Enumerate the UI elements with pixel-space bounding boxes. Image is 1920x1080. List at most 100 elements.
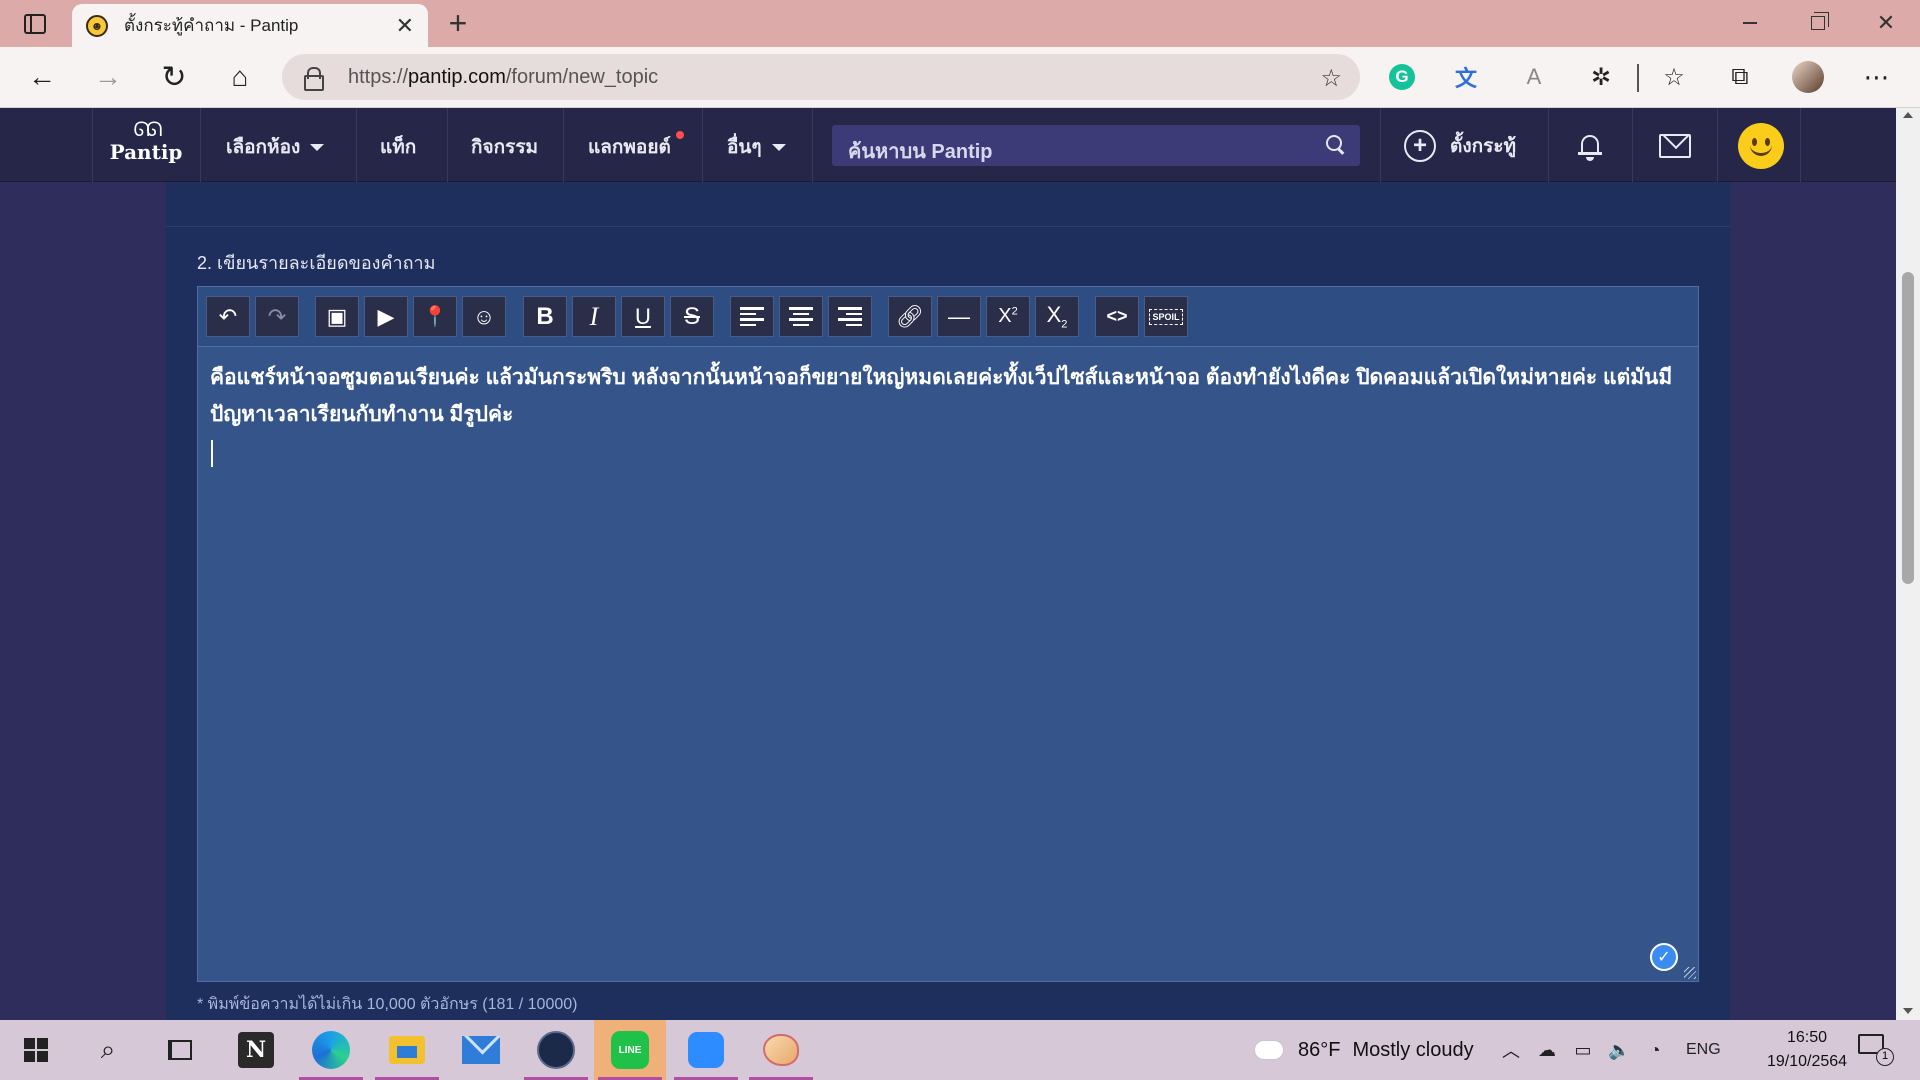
scrollbar-thumb[interactable] (1902, 272, 1914, 584)
notion-letter: N (238, 1032, 274, 1068)
tab-actions-icon[interactable] (14, 10, 56, 38)
insert-location-button[interactable]: 📍 (413, 296, 457, 337)
align-right-button[interactable] (828, 296, 872, 337)
onedrive-cloud-icon[interactable]: ☁ (1536, 1040, 1558, 1061)
favorites-icon[interactable]: ☆ (1657, 60, 1691, 94)
show-hidden-icons-chevron-icon[interactable]: ︿ (1500, 1037, 1522, 1063)
forward-button[interactable]: → (88, 57, 128, 97)
search-icon[interactable] (1326, 135, 1346, 155)
insert-image-button[interactable]: ▣ (315, 296, 359, 337)
url-text[interactable]: https://pantip.com/forum/new_topic (348, 66, 658, 89)
insert-video-button[interactable]: ▶ (364, 296, 408, 337)
weather-widget[interactable]: 86°F Mostly cloudy (1251, 1020, 1474, 1080)
notification-center-icon[interactable]: 1 (1858, 1034, 1894, 1066)
chevron-down-icon (310, 143, 325, 151)
subscript-2: 2 (1061, 318, 1068, 331)
wifi-icon[interactable]: ◔ (1644, 1040, 1666, 1061)
url-host: pantip.com (408, 66, 506, 88)
scroll-up-icon[interactable] (1903, 112, 1913, 118)
nav-others[interactable]: อื่นๆ (727, 132, 786, 162)
rich-text-editor[interactable]: ↶ ↷ ▣ ▶ 📍 ☺ B I U S 🔗︎ — X2 X2 <> SPOIL … (197, 286, 1699, 982)
checkmark-icon: ✓ (1650, 943, 1678, 971)
scroll-down-icon[interactable] (1903, 1008, 1913, 1014)
nav-divider (563, 108, 564, 182)
align-center-button[interactable] (779, 296, 823, 337)
tab-close-icon[interactable]: ✕ (396, 13, 414, 39)
input-language[interactable]: ENG (1686, 1041, 1721, 1059)
section-label: 2. เขียนรายละเอียดของคำถาม (197, 253, 436, 273)
read-aloud-icon[interactable]: A (1517, 60, 1551, 94)
new-topic-button[interactable]: + ตั้งกระทู้ (1404, 126, 1516, 166)
bold-button[interactable]: B (523, 296, 567, 337)
bold-icon: B (536, 302, 554, 330)
nav-divider (1800, 108, 1801, 182)
edge-app-icon[interactable] (295, 1020, 367, 1080)
task-view-icon[interactable] (144, 1020, 216, 1080)
mail-app-icon[interactable] (445, 1020, 517, 1080)
weather-condition: Mostly cloudy (1352, 1038, 1474, 1061)
text-caret (211, 440, 213, 467)
resize-grip-icon[interactable] (1684, 967, 1696, 979)
editor-content[interactable]: คือแชร์หน้าจอซูมตอนเรียนค่ะ แล้วมันกระพร… (210, 359, 1688, 433)
insert-link-button[interactable]: 🔗︎ (888, 296, 932, 337)
grammarly-letter: G (1389, 64, 1415, 90)
taskbar-search-icon[interactable]: ⌕ (72, 1020, 144, 1080)
character-count: * พิมพ์ข้อความได้ไม่เกิน 10,000 ตัวอักษร… (197, 996, 578, 1013)
new-topic-label: ตั้งกระทู้ (1450, 136, 1517, 157)
taskbar-clock[interactable]: 16:50 19/10/2564 (1752, 1026, 1862, 1074)
zoom-app-icon[interactable] (670, 1020, 742, 1080)
add-favorite-icon[interactable]: ☆ (1320, 64, 1342, 93)
strikethrough-button[interactable]: S (670, 296, 714, 337)
page-scrollbar[interactable] (1896, 108, 1920, 1020)
nav-divider (812, 108, 813, 182)
bell-icon[interactable] (1576, 132, 1604, 162)
align-left-button[interactable] (730, 296, 774, 337)
window-restore-button[interactable] (1788, 6, 1848, 40)
volume-icon[interactable]: 🔈 (1608, 1040, 1630, 1061)
profile-avatar[interactable] (1791, 60, 1825, 94)
battery-icon[interactable]: ▭ (1572, 1040, 1594, 1061)
new-tab-button[interactable]: + (440, 6, 476, 42)
notion-app-icon[interactable]: N (220, 1020, 292, 1080)
nav-divider (1632, 108, 1633, 182)
align-left-icon (740, 307, 764, 326)
redo-button[interactable]: ↷ (255, 296, 299, 337)
address-bar[interactable]: https://pantip.com/forum/new_topic ☆ (282, 54, 1360, 100)
translate-extension-icon[interactable]: 文 (1449, 60, 1483, 94)
horizontal-rule-button[interactable]: — (937, 296, 981, 337)
underline-button[interactable]: U (621, 296, 665, 337)
nav-tags[interactable]: แท็ก (380, 132, 416, 162)
nav-redeem-points[interactable]: แลกพอยต์ (588, 132, 671, 162)
superscript-button[interactable]: X2 (986, 296, 1030, 337)
reload-button[interactable]: ↻ (154, 57, 194, 97)
nav-activities[interactable]: กิจกรรม (471, 132, 538, 162)
start-button[interactable] (0, 1020, 72, 1080)
weather-temperature: 86°F (1298, 1038, 1341, 1061)
window-minimize-button[interactable] (1720, 6, 1780, 40)
line-app-icon[interactable]: LINE (594, 1020, 666, 1080)
home-button[interactable]: ⌂ (220, 57, 260, 97)
window-close-button[interactable]: ✕ (1856, 6, 1916, 40)
clock-date: 19/10/2564 (1766, 1053, 1848, 1070)
back-button[interactable]: ← (22, 57, 62, 97)
insert-emoji-button[interactable]: ☺ (462, 296, 506, 337)
file-explorer-app-icon[interactable] (371, 1020, 443, 1080)
collections-icon[interactable]: ⧉ (1723, 60, 1757, 94)
italic-button[interactable]: I (572, 296, 616, 337)
code-button[interactable]: <> (1095, 296, 1139, 337)
paint-app-icon[interactable] (745, 1020, 817, 1080)
grammarly-extension-icon[interactable]: G (1385, 60, 1419, 94)
browser-tab-active[interactable]: ☻ ตั้งกระทู้คำถาม - Pantip ✕ (72, 4, 428, 47)
extensions-puzzle-icon[interactable]: ✲ (1584, 60, 1618, 94)
lock-icon[interactable] (304, 67, 324, 91)
user-avatar[interactable] (1738, 123, 1784, 169)
more-menu-icon[interactable]: ⋯ (1860, 60, 1894, 94)
nav-choose-room[interactable]: เลือกห้อง (226, 132, 325, 162)
undo-button[interactable]: ↶ (206, 296, 250, 337)
mail-icon[interactable] (1659, 134, 1691, 158)
spoiler-button[interactable]: SPOIL (1144, 296, 1188, 337)
steam-app-icon[interactable] (520, 1020, 592, 1080)
pantip-logo[interactable]: ᘏᘏ Pantip (96, 120, 196, 170)
subscript-button[interactable]: X2 (1035, 296, 1079, 337)
site-search-input[interactable]: ค้นหาบน Pantip (832, 125, 1360, 166)
